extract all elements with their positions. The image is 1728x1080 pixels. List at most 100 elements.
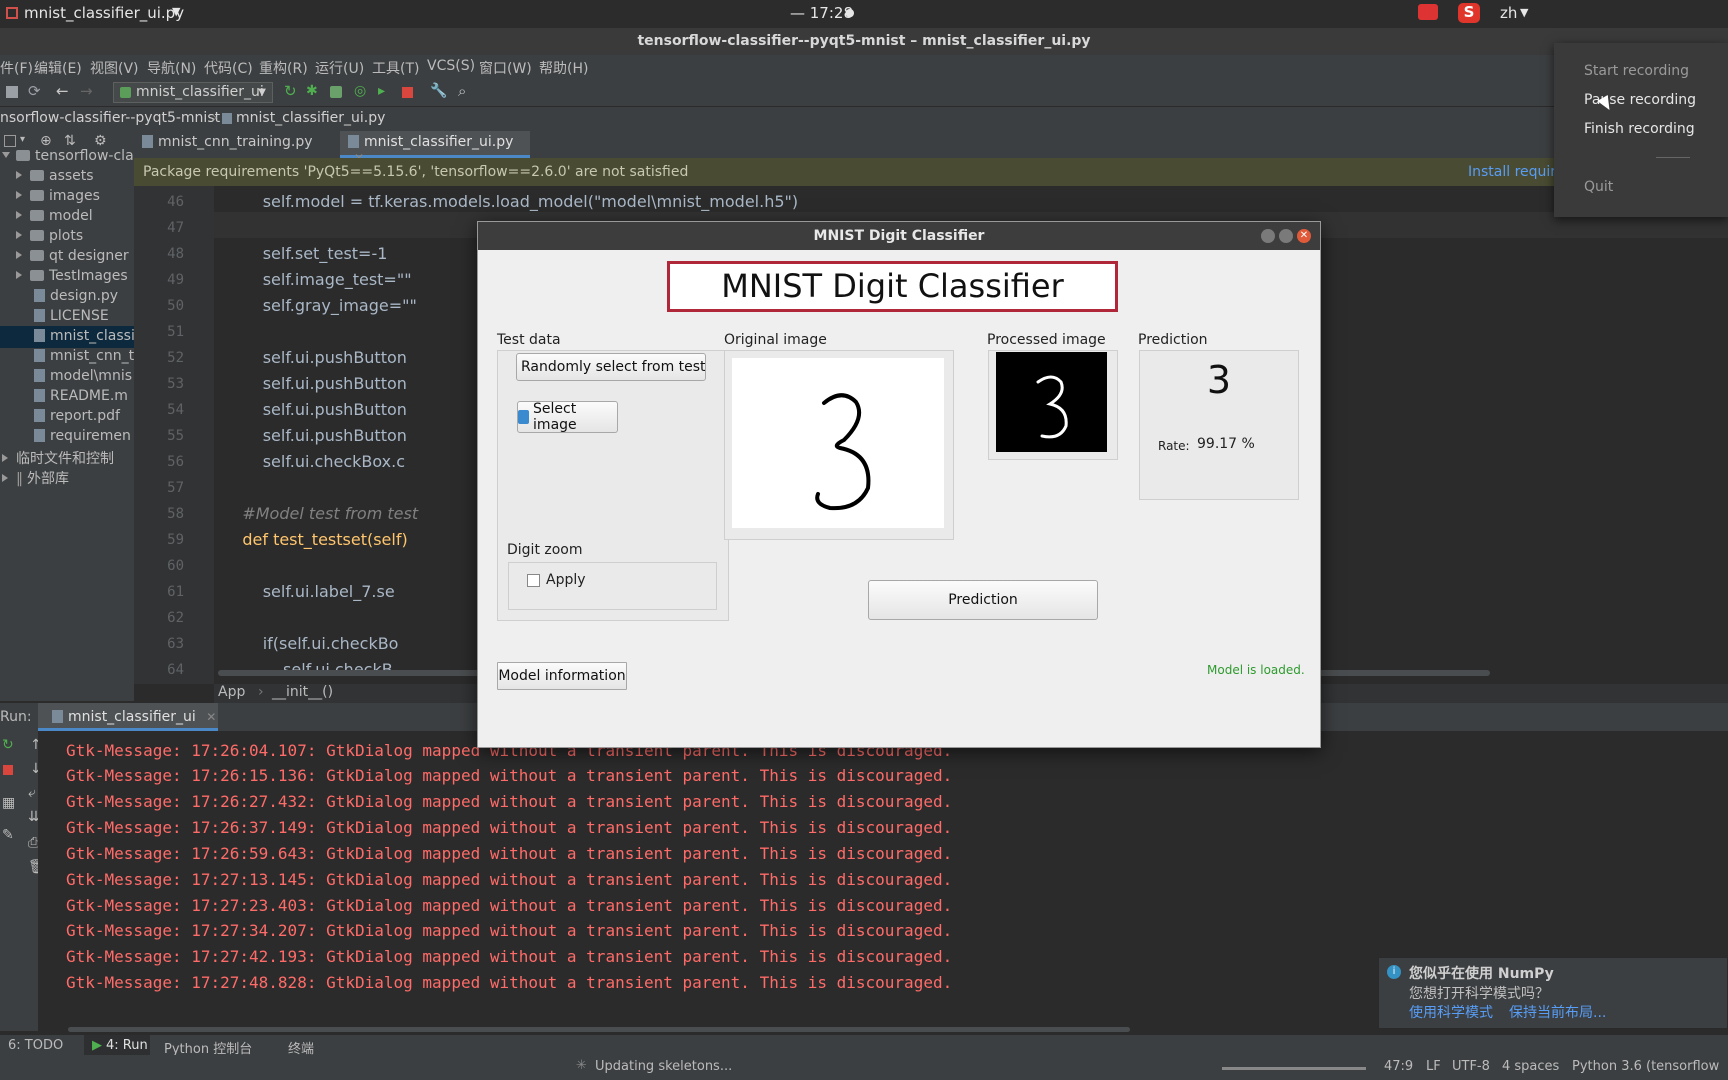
locate-icon[interactable]: ⊕ (40, 133, 52, 149)
gear-icon[interactable]: ⚙ (94, 133, 107, 149)
tree-file-label: README.m (50, 388, 128, 404)
console-line: Gtk-Message: 17:26:37.149: GtkDialog map… (66, 818, 953, 837)
finish-recording-item[interactable]: Finish recording (1584, 121, 1695, 137)
tree-external-libs[interactable]: ‖ 外部库 (2, 468, 69, 488)
close-icon[interactable]: ✕ (206, 710, 216, 724)
select-image-button[interactable]: Select image (517, 401, 618, 433)
clock[interactable]: — 17:28 (790, 4, 853, 22)
soft-wrap-icon[interactable]: ⤶ (28, 785, 36, 801)
tree-file-label: design.py (50, 288, 119, 304)
editor-gutter: 46 47 48 49 50 51 52 53 54 55 56 57 58 5… (134, 186, 214, 684)
line-number: 54 (167, 402, 184, 418)
stop-icon[interactable] (402, 87, 413, 98)
record-icon[interactable] (1418, 4, 1438, 20)
tree-root[interactable]: tensorflow-cla (2, 148, 134, 164)
language-indicator[interactable]: zh (1500, 4, 1517, 22)
run-tab[interactable]: mnist_classifier_ui ✕ (38, 703, 218, 731)
menu-run[interactable]: 运行(U) (315, 58, 364, 78)
back-icon[interactable]: ← (56, 82, 69, 100)
debug-icon[interactable]: ✱ (306, 83, 318, 99)
prediction-button[interactable]: Prediction (868, 580, 1098, 620)
tree-folder-qt-designer[interactable]: qt designer (16, 248, 129, 264)
run-tool-button[interactable]: ▶ 4: Run (84, 1035, 150, 1057)
layout-icon[interactable]: ▦ (2, 795, 15, 811)
breadcrumb-project[interactable]: nsorflow-classifier--pyqt5-mnist (0, 110, 220, 126)
enable-scientific-mode-link[interactable]: 使用科学模式 (1409, 1002, 1493, 1022)
background-task[interactable]: Updating skeletons... (595, 1059, 732, 1074)
quit-item[interactable]: Quit (1584, 179, 1613, 195)
line-number: 48 (167, 246, 184, 262)
tree-file-requirements[interactable]: requiremen (34, 428, 131, 444)
tree-folder-assets[interactable]: assets (16, 168, 94, 184)
tree-folder-testimages[interactable]: TestImages (16, 268, 128, 284)
stop-icon[interactable] (3, 765, 13, 775)
tree-external-label: 外部库 (27, 471, 69, 487)
menu-view[interactable]: 视图(V) (90, 58, 139, 78)
line-number: 58 (167, 506, 184, 522)
chevron-right-icon (16, 171, 22, 179)
mnist-dialog: MNIST Digit Classifier ✕ MNIST Digit Cla… (477, 221, 1321, 748)
tree-folder-images[interactable]: images (16, 188, 100, 204)
keep-layout-link[interactable]: 保持当前布局... (1509, 1002, 1606, 1022)
model-information-button[interactable]: Model information (497, 662, 627, 690)
menu-tools[interactable]: 工具(T) (372, 58, 419, 78)
tree-file-readme[interactable]: README.m (34, 388, 128, 404)
caret-position[interactable]: 47:9 (1384, 1059, 1413, 1074)
install-requirements-link[interactable]: Install requir (1468, 158, 1556, 186)
run-config-select[interactable]: mnist_classifier_ui ▼ (113, 82, 273, 103)
save-icon[interactable] (6, 86, 18, 98)
menu-edit[interactable]: 编辑(E) (34, 58, 82, 78)
minimize-icon[interactable] (1261, 229, 1275, 243)
menu-code[interactable]: 代码(C) (204, 58, 253, 78)
menu-navigate[interactable]: 导航(N) (147, 58, 196, 78)
code-line: self.ui.pushButton (222, 400, 407, 419)
todo-tool-button[interactable]: 6: TODO (8, 1038, 63, 1053)
indent-setting[interactable]: 4 spaces (1502, 1059, 1559, 1074)
tree-file-report[interactable]: report.pdf (34, 408, 120, 424)
console-scrollbar[interactable] (68, 1027, 1130, 1032)
tree-folder-model[interactable]: model (16, 208, 93, 224)
forward-icon[interactable]: → (80, 82, 93, 100)
tree-file-model[interactable]: model\mnis (34, 368, 132, 384)
tab-mnist-cnn-training[interactable]: mnist_cnn_training.py (142, 134, 313, 150)
tree-file-design[interactable]: design.py (34, 288, 118, 304)
menu-vcs[interactable]: VCS(S) (427, 58, 475, 74)
close-icon[interactable]: ✕ (1297, 229, 1311, 243)
pin-icon[interactable]: ✎ (2, 827, 14, 843)
menu-file[interactable]: 件(F) (0, 58, 33, 78)
wrench-icon[interactable]: 🔧 (430, 83, 447, 99)
breadcrumb-file[interactable]: mnist_classifier_ui.py (236, 110, 385, 126)
rerun-icon[interactable]: ↻ (284, 82, 297, 100)
menu-help[interactable]: 帮助(H) (539, 58, 588, 78)
app-menu[interactable]: mnist_classifier_ui.py (24, 4, 184, 22)
rerun-icon[interactable]: ↻ (2, 737, 14, 753)
line-separator[interactable]: LF (1426, 1059, 1441, 1074)
tab-mnist-classifier-ui[interactable]: mnist_classifier_ui.py ✕ (340, 131, 530, 165)
file-encoding[interactable]: UTF-8 (1452, 1059, 1490, 1074)
sync-icon[interactable]: ⟳ (28, 82, 41, 100)
crumb-class[interactable]: App (218, 684, 245, 700)
tree-file-mnist-classifier[interactable]: mnist_classi (0, 326, 135, 348)
crumb-method[interactable]: __init__() (272, 684, 333, 700)
tree-file-mnist-cnn[interactable]: mnist_cnn_t (34, 348, 134, 364)
project-view-icon[interactable] (4, 135, 16, 147)
tree-file-license[interactable]: LICENSE (34, 308, 109, 324)
search-icon[interactable]: ⌕ (458, 82, 466, 100)
start-recording-item[interactable]: Start recording (1584, 63, 1689, 79)
python-file-icon (348, 135, 359, 148)
collapse-icon[interactable]: ⇅ (64, 133, 76, 149)
run-concurrency-icon[interactable]: ▸ (378, 83, 385, 99)
coverage-icon[interactable] (330, 86, 342, 98)
maximize-icon[interactable] (1279, 229, 1293, 243)
profile-icon[interactable]: ◎ (354, 83, 366, 99)
random-select-button[interactable]: Randomly select from test s (516, 353, 706, 381)
tree-folder-plots[interactable]: plots (16, 228, 83, 244)
apply-checkbox[interactable]: Apply (527, 572, 586, 588)
interpreter[interactable]: Python 3.6 (tensorflow (1572, 1059, 1719, 1074)
tree-scratches[interactable]: 临时文件和控制 (2, 448, 114, 468)
menu-window[interactable]: 窗口(W) (479, 58, 532, 78)
line-number: 64 (167, 662, 184, 678)
input-method-icon[interactable]: S (1458, 3, 1480, 23)
menu-refactor[interactable]: 重构(R) (259, 58, 308, 78)
line-number: 46 (167, 194, 184, 210)
